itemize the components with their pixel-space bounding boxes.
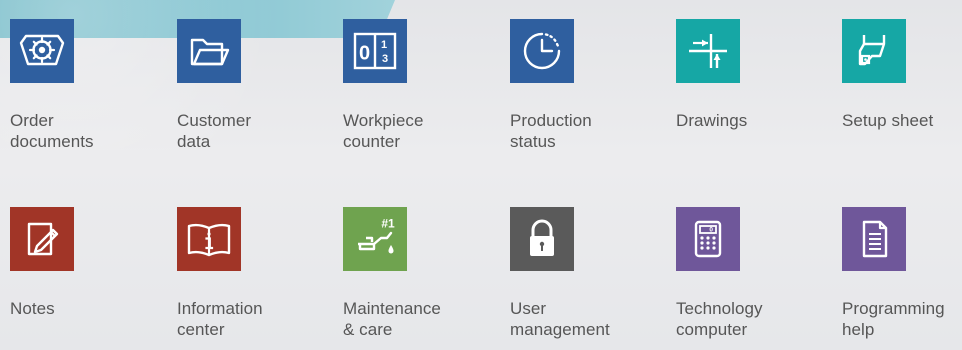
- counter-icon: 0 1 3: [343, 19, 407, 83]
- oil-can-icon: #1: [343, 207, 407, 271]
- notes-label: Notes: [10, 299, 55, 318]
- information-center-tile[interactable]: Information center: [177, 207, 327, 347]
- setup-sheet-label: Setup sheet: [842, 111, 934, 130]
- user-management-label: User management: [510, 299, 610, 339]
- programming-help-tile[interactable]: Programming help: [842, 207, 962, 347]
- notes-pencil-icon: [10, 207, 74, 271]
- order-documents-label: Order documents: [10, 111, 94, 151]
- gear-document-icon-graphic: [19, 34, 65, 66]
- information-center-label: Information center: [177, 299, 263, 339]
- customer-data-label: Customer data: [177, 111, 252, 151]
- maintenance-care-tile[interactable]: #1 Maintenance & care: [343, 207, 493, 347]
- programming-help-label: Programming help: [842, 299, 945, 339]
- order-documents-tile[interactable]: Order documents: [10, 19, 160, 159]
- maintenance-care-label: Maintenance & care: [343, 299, 441, 339]
- drawing-icon-graphic: [689, 34, 727, 68]
- maintenance-badge-text: #1: [381, 217, 395, 231]
- document-lines-icon: [842, 207, 906, 271]
- drawings-label: Drawings: [676, 111, 748, 130]
- drawing-icon: [676, 19, 740, 83]
- setup-sheet-icon-graphic: [858, 35, 886, 66]
- technology-computer-label: Technology computer: [676, 299, 763, 339]
- counter-left-digit: 0: [359, 43, 370, 65]
- lock-icon-graphic: [530, 219, 554, 256]
- production-status-label: Production status: [510, 111, 592, 151]
- drawings-tile[interactable]: Drawings: [676, 19, 826, 159]
- lock-icon: [510, 207, 574, 271]
- customer-data-tile[interactable]: Customer data: [177, 19, 327, 159]
- notes-tile[interactable]: Notes: [10, 207, 160, 347]
- folder-icon-graphic: [190, 38, 230, 66]
- calculator-icon: 0: [676, 207, 740, 271]
- oil-can-icon-graphic: #1: [358, 217, 395, 254]
- document-lines-icon-graphic: [862, 220, 888, 258]
- calculator-display-value: 0: [709, 227, 713, 234]
- workpiece-counter-label: Workpiece counter: [343, 111, 424, 151]
- production-status-tile[interactable]: Production status: [510, 19, 660, 159]
- book-info-icon-graphic: [187, 223, 231, 257]
- user-management-tile[interactable]: User management: [510, 207, 660, 347]
- notes-pencil-icon-graphic: [27, 222, 59, 256]
- gear-document-icon: [10, 19, 74, 83]
- counter-bottom-digit: 3: [382, 53, 388, 65]
- calculator-icon-graphic: 0: [694, 220, 722, 258]
- counter-right-digit: 1: [381, 39, 387, 51]
- clock-icon-graphic: [523, 32, 561, 70]
- setup-sheet-tile[interactable]: Setup sheet: [842, 19, 962, 159]
- clock-icon: [510, 19, 574, 83]
- book-info-icon: [177, 207, 241, 271]
- technology-computer-tile[interactable]: 0 Technology computer: [676, 207, 826, 347]
- folder-icon: [177, 19, 241, 83]
- counter-icon-graphic: 0 1 3: [353, 32, 397, 70]
- workpiece-counter-tile[interactable]: 0 1 3 Workpiece counter: [343, 19, 493, 159]
- setup-sheet-icon: [842, 19, 906, 83]
